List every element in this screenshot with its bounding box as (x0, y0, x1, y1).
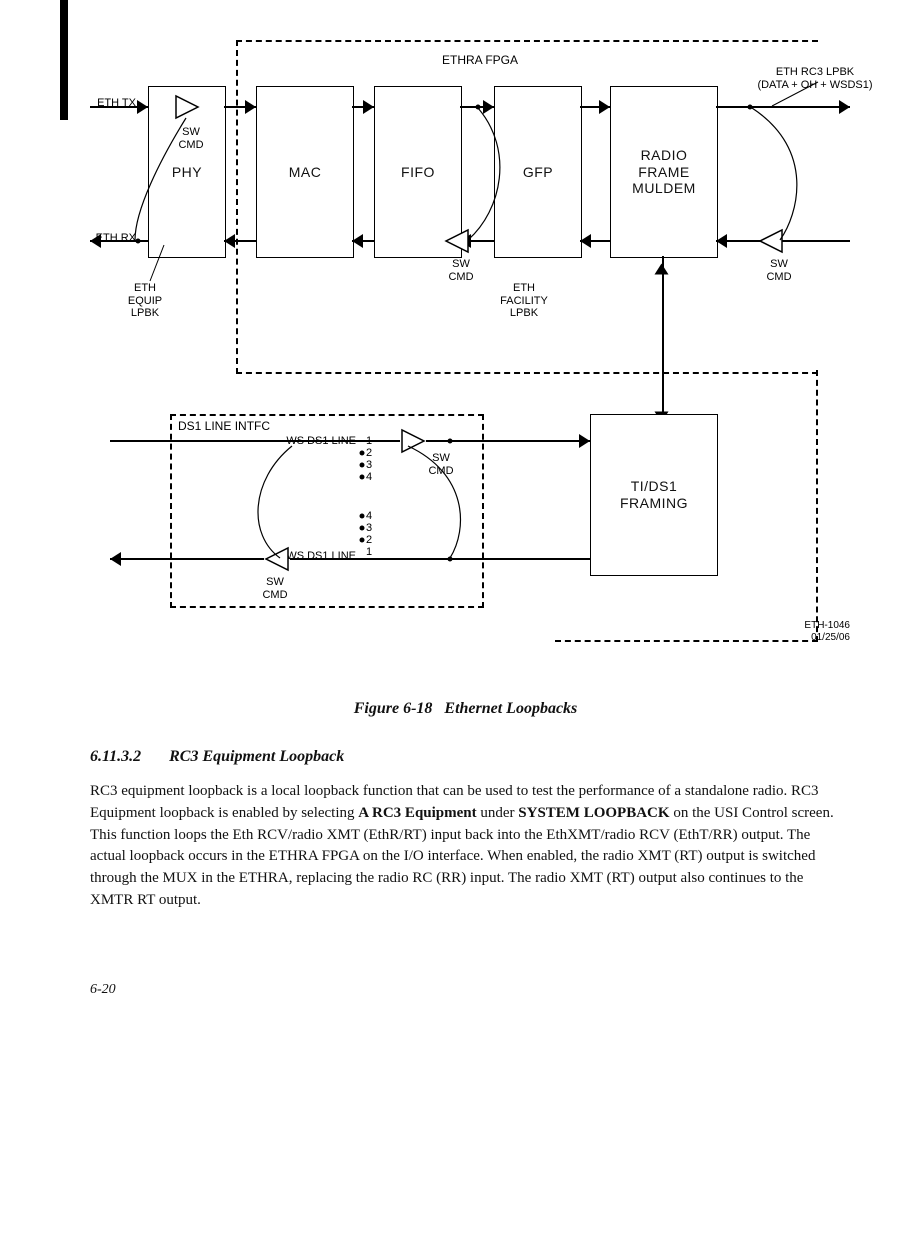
phy-sw-cmd-label: SW CMD (176, 126, 206, 151)
tids1-framing-label: TI/DS1 FRAMING (620, 478, 688, 512)
arrow-ds1-top-into-tids1 (579, 434, 590, 448)
eth-facility-lpbk-label: ETH FACILITY LPBK (494, 282, 554, 320)
ws-ds1-bot-num-3: 3 (366, 522, 372, 535)
ws-bot-dot-3 (360, 526, 365, 531)
ws-ds1-bot-num-1: 1 (366, 546, 372, 559)
ws-top-dot-2 (360, 451, 365, 456)
ws-ds1-top-num-2: 2 (366, 447, 372, 460)
rc3-callout (770, 80, 830, 110)
mac-block: MAC (256, 86, 354, 258)
arrow-gfp-radio (599, 100, 610, 114)
ws-ds1-bot-num-4: 4 (366, 510, 372, 523)
arrow-rxin-radio (716, 234, 727, 248)
facility-loop-curve (466, 100, 526, 250)
tids1-framing-block: TI/DS1 FRAMING (590, 414, 718, 576)
arrow-mac-fifo (363, 100, 374, 114)
ws-bot-dot-2 (360, 538, 365, 543)
figure-caption: Figure 6-18 Ethernet Loopbacks (90, 700, 841, 718)
ws-bot-dot-4 (360, 514, 365, 519)
section-body: RC3 equipment loopback is a local loopba… (90, 781, 841, 912)
figure-doc-id-code: ETH-1046 (804, 620, 850, 631)
section-number: 6.11.3.2 (90, 748, 141, 765)
eth-equip-callout (140, 245, 200, 285)
line-radio-tids1 (662, 256, 664, 414)
ws-ds1-bot-num-2: 2 (366, 534, 372, 547)
phy-loop-curve (130, 100, 220, 250)
arrow-radio-out (839, 100, 850, 114)
figure-ethernet-loopbacks: ETHRA FPGA ETH RC3 LPBK (DATA + OH + WSD… (90, 40, 850, 680)
ds1-loop-curve-left (240, 440, 330, 570)
section-title: RC3 Equipment Loopback (169, 748, 344, 765)
arrow-radio-gfp-rx (580, 234, 591, 248)
radio-frame-muldem-label: RADIO FRAME MULDEM (632, 147, 696, 197)
ds1-line-intfc-label: DS1 LINE INTFC (178, 420, 298, 434)
ws-ds1-top-num-4: 4 (366, 471, 372, 484)
figure-doc-id-date: 01/25/06 (811, 632, 850, 643)
ws-ds1-top-num-3: 3 (366, 459, 372, 472)
arrow-phy-mac (245, 100, 256, 114)
arrow-phy-rxout (90, 234, 101, 248)
section-heading: 6.11.3.2 RC3 Equipment Loopback (90, 748, 841, 766)
figure-caption-label: Figure 6-18 (354, 700, 433, 717)
arrow-fifo-mac-rx (352, 234, 363, 248)
figure-doc-id: ETH-1046 01/25/06 (750, 620, 850, 643)
arrow-to-radio (655, 264, 669, 275)
eth-equip-lpbk-label: ETH EQUIP LPBK (120, 282, 170, 320)
arrow-ds1-out (110, 552, 121, 566)
arrow-mac-phy-rx (224, 234, 235, 248)
ws-top-dot-4 (360, 475, 365, 480)
rc3-loop-curve (746, 100, 826, 250)
ethra-fpga-label: ETHRA FPGA (420, 54, 540, 68)
radio-frame-muldem-block: RADIO FRAME MULDEM (610, 86, 718, 258)
ds1-loop-curve-right (390, 434, 480, 564)
rc3-sw-cmd-label: SW CMD (764, 258, 794, 283)
page-edge-tab (60, 0, 68, 120)
fifo-sw-cmd-label: SW CMD (446, 258, 476, 283)
mac-label: MAC (289, 164, 322, 181)
ds1-bot-sw-cmd-label: SW CMD (260, 576, 290, 601)
figure-caption-title: Ethernet Loopbacks (444, 700, 577, 717)
fifo-label: FIFO (401, 164, 435, 181)
page-number: 6-20 (90, 982, 841, 998)
ws-top-dot-3 (360, 463, 365, 468)
gfp-label: GFP (523, 164, 553, 181)
